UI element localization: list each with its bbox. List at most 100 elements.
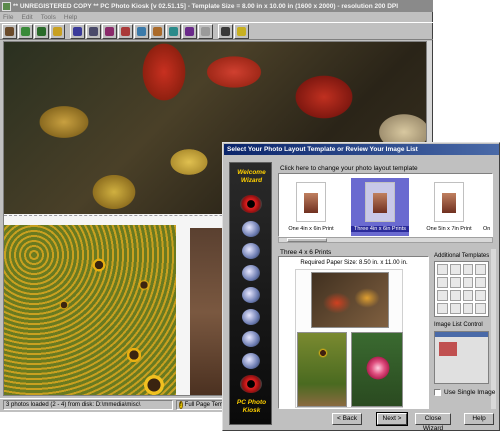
menu-bar: File Edit Tools Help (0, 12, 433, 22)
image-list-control-label: Image List Control (434, 322, 483, 328)
toolbar-button[interactable] (50, 23, 65, 39)
rotate-icon (153, 26, 162, 36)
eraser-icon (201, 26, 210, 36)
photo-partial[interactable] (190, 228, 226, 395)
save-icon (73, 26, 82, 36)
paper-size-text: Required Paper Size: 8.50 in. x 11.00 in… (300, 260, 408, 266)
template-mini[interactable] (437, 303, 448, 314)
template-mini[interactable] (449, 277, 461, 288)
template-option[interactable]: One 5in x 7in Print (420, 178, 478, 236)
menu-tools[interactable]: Tools (41, 14, 56, 21)
close-wizard-button[interactable]: Close Wizard (415, 413, 451, 432)
toolbar-button[interactable] (2, 23, 17, 39)
template-strip: One 4in x 6in Print Three 4in x 6in Prin… (278, 173, 493, 237)
template-mini[interactable] (449, 264, 461, 275)
status-template-label: Full Page Temp (184, 402, 226, 408)
wizard-side-banner: Welcome Wizard PC Photo Kiosk (229, 162, 272, 425)
toolbar-button[interactable] (102, 23, 117, 39)
status-template: ! Full Page Temp (176, 400, 226, 410)
status-photos-loaded: 3 photos loaded (2 - 4) from disk: D:\mm… (3, 400, 173, 410)
toolbar-button[interactable] (118, 23, 133, 39)
main-window-title: ** UNREGISTERED COPY ** PC Photo Kiosk [… (13, 2, 399, 10)
toolbar-button[interactable] (182, 23, 197, 39)
photo2-icon (121, 26, 130, 36)
chain-link-icon (242, 265, 260, 281)
template-option-label: One 4in x 6in Print (288, 226, 334, 232)
additional-templates-label: Additional Templates (434, 253, 490, 259)
use-single-image-row[interactable]: Use Single Image (434, 389, 495, 396)
photo-sunflowers[interactable] (4, 225, 176, 395)
import-icon (37, 26, 46, 36)
template-option-selected[interactable]: Three 4in x 6in Prints (351, 178, 409, 236)
help-icon (237, 26, 246, 36)
wizard-title-bar[interactable]: Select Your Photo Layout Template or Rev… (224, 144, 499, 155)
template-mini[interactable] (462, 290, 474, 301)
template-option[interactable]: One 4in x 6in Print (282, 178, 340, 236)
template-mini[interactable] (437, 264, 448, 275)
toolbar (0, 22, 433, 40)
template-thumbnail (434, 182, 464, 222)
side-banner-bottom-text: PC Photo Kiosk (236, 399, 267, 414)
template-mini[interactable] (475, 303, 486, 314)
template-mini[interactable] (437, 290, 448, 301)
use-single-image-label: Use Single Image (444, 389, 496, 396)
toolbar-button[interactable] (234, 23, 249, 39)
menu-file[interactable]: File (3, 14, 13, 21)
print-icon (89, 26, 98, 36)
template-mini[interactable] (462, 277, 474, 288)
template-mini[interactable] (437, 277, 448, 288)
menu-edit[interactable]: Edit (21, 14, 32, 21)
scroll-thumb[interactable] (287, 238, 327, 242)
layout-wizard-dialog: Select Your Photo Layout Template or Rev… (222, 142, 500, 432)
template-mini[interactable] (449, 303, 461, 314)
template-option[interactable]: On (483, 178, 493, 236)
template-option-label: Three 4in x 6in Prints (351, 226, 409, 232)
toolbar-button[interactable] (150, 23, 165, 39)
template-mini[interactable] (475, 277, 486, 288)
template-mini[interactable] (475, 264, 486, 275)
pointer-icon (221, 26, 230, 36)
template-mini[interactable] (462, 303, 474, 314)
toolbar-button[interactable] (198, 23, 213, 39)
layout-title: Three 4 x 6 Prints (280, 249, 332, 256)
effects-icon (169, 26, 178, 36)
chain-link-icon (242, 243, 260, 259)
additional-templates-grid[interactable] (434, 261, 489, 317)
preview-photo-leaves (311, 272, 389, 328)
toolbar-button[interactable] (166, 23, 181, 39)
toolbar-button[interactable] (218, 23, 233, 39)
template-mini[interactable] (475, 290, 486, 301)
template-mini[interactable] (449, 290, 461, 301)
preview-photo-sunflowers (297, 332, 347, 407)
layout-icon (185, 26, 194, 36)
preview-scrollbar[interactable] (491, 249, 496, 409)
chain-link-icon (242, 287, 260, 303)
template-prompt: Click here to change your photo layout t… (280, 165, 418, 172)
side-banner-top-text: Welcome Wizard (237, 169, 266, 184)
image-list-preview (439, 342, 457, 356)
eye-icon (240, 195, 262, 213)
toolbar-button[interactable] (86, 23, 101, 39)
next-button[interactable]: Next > (376, 412, 408, 426)
open-icon (5, 26, 14, 36)
folder-icon (53, 26, 62, 36)
chain-link-icon (242, 309, 260, 325)
photo-icon (105, 26, 114, 36)
template-mini[interactable] (462, 264, 474, 275)
image-list-control-thumbnail[interactable] (434, 331, 489, 384)
use-single-image-checkbox[interactable] (434, 389, 441, 396)
preview-photo-rose (351, 332, 403, 407)
chain-link-icon (242, 221, 260, 237)
back-button[interactable]: < Back (332, 413, 362, 425)
toolbar-button[interactable] (18, 23, 33, 39)
toolbar-button[interactable] (34, 23, 49, 39)
template-strip-scrollbar[interactable] (278, 237, 493, 243)
eye-icon (240, 375, 262, 393)
toolbar-button[interactable] (134, 23, 149, 39)
scan-icon (21, 26, 30, 36)
menu-help[interactable]: Help (64, 14, 77, 21)
app-icon (2, 1, 11, 11)
main-title-bar[interactable]: ** UNREGISTERED COPY ** PC Photo Kiosk [… (0, 0, 433, 12)
toolbar-button[interactable] (70, 23, 85, 39)
help-button[interactable]: Help (464, 413, 494, 425)
